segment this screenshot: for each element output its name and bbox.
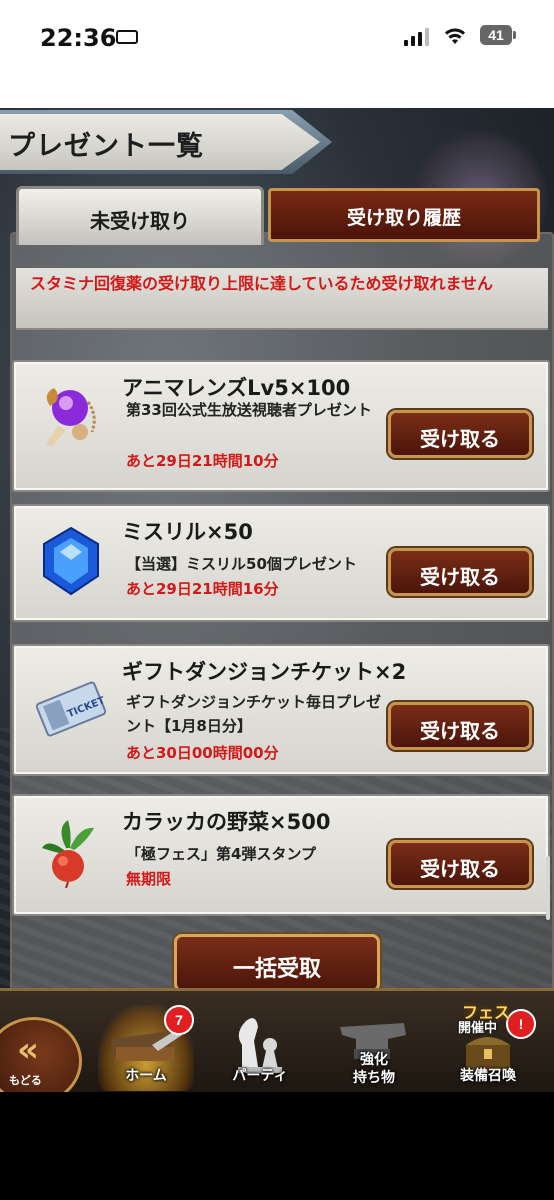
tab-received-history-label: 受け取り履歴 bbox=[346, 207, 461, 229]
back-button-label: もどる bbox=[9, 1074, 42, 1087]
bulk-receive-button-label: 一括受取 bbox=[232, 957, 321, 982]
item-expiry: あと29日21時間16分 bbox=[126, 580, 279, 598]
item-name: ギフトダンジョンチケット×2 bbox=[122, 660, 407, 684]
double-chevron-left-icon: « bbox=[17, 1030, 39, 1070]
present-item: TICKET ギフトダンジョンチケット×2 ギフトダンジョンチケット毎日プレゼン… bbox=[12, 644, 550, 776]
receive-button-label: 受け取る bbox=[420, 719, 500, 743]
vegetable-icon bbox=[42, 820, 94, 888]
item-description: 「極フェス」第4弾スタンプ bbox=[126, 845, 316, 863]
item-description: 【当選】ミスリル50個プレゼント bbox=[126, 555, 357, 573]
page-title: プレゼント一覧 bbox=[8, 131, 204, 162]
bottom-letterbox bbox=[0, 1092, 554, 1200]
nav-party[interactable]: パーティ bbox=[212, 1005, 308, 1091]
bottom-navigation: « もどる ホーム 7 パーティ 強化 持ち物 装備召喚 ! フェス 開催中 bbox=[0, 988, 554, 1092]
item-name: ミスリル×50 bbox=[122, 520, 253, 544]
back-button[interactable]: « もどる bbox=[0, 1017, 82, 1092]
receive-button[interactable]: 受け取る bbox=[388, 840, 532, 888]
nav-party-label: パーティ bbox=[232, 1068, 288, 1084]
nav-summon-label: 装備召喚 bbox=[460, 1068, 516, 1084]
warning-notice: スタミナ回復薬の受け取り上限に達しているため受け取れません bbox=[16, 268, 548, 330]
status-bar: 22:36 41 bbox=[0, 0, 554, 108]
warning-notice-text: スタミナ回復薬の受け取り上限に達しているため受け取れません bbox=[30, 274, 494, 293]
item-expiry: あと30日00時間00分 bbox=[126, 744, 279, 762]
nav-enhance-label: 強化 持ち物 bbox=[326, 1051, 422, 1087]
alert-badge: ! bbox=[506, 1009, 536, 1039]
item-expiry: 無期限 bbox=[126, 870, 172, 888]
item-description: 第33回公式生放送視聴者プレゼント bbox=[126, 401, 372, 419]
scrollbar[interactable] bbox=[546, 856, 550, 920]
fes-banner-subtext: 開催中 bbox=[458, 1021, 498, 1036]
battery-icon: 41 bbox=[480, 25, 516, 45]
receive-button[interactable]: 受け取る bbox=[388, 410, 532, 458]
notification-badge: 7 bbox=[164, 1005, 194, 1035]
present-item: アニマレンズLv5×100 第33回公式生放送視聴者プレゼント あと29日21時… bbox=[12, 360, 550, 492]
nav-home[interactable]: ホーム 7 bbox=[98, 1005, 194, 1091]
nav-enhance-items[interactable]: 強化 持ち物 bbox=[326, 1005, 422, 1091]
nav-home-label: ホーム bbox=[125, 1068, 167, 1084]
tab-received-history[interactable]: 受け取り履歴 bbox=[268, 188, 540, 242]
present-item: ミスリル×50 【当選】ミスリル50個プレゼント あと29日21時間16分 受け… bbox=[12, 504, 550, 622]
item-name: カラッカの野菜×500 bbox=[122, 810, 331, 834]
present-item: カラッカの野菜×500 「極フェス」第4弾スタンプ 無期限 受け取る bbox=[12, 794, 550, 916]
nav-enhance-label-line1: 強化 bbox=[360, 1052, 388, 1068]
tab-unreceived[interactable]: 未受け取り bbox=[16, 186, 264, 245]
mythril-icon bbox=[43, 526, 99, 596]
item-expiry: あと29日21時間10分 bbox=[126, 452, 279, 470]
status-time: 22:36 bbox=[40, 24, 117, 52]
ticket-icon: TICKET bbox=[36, 681, 106, 737]
receive-button-label: 受け取る bbox=[420, 857, 500, 881]
sleep-mode-icon bbox=[116, 30, 138, 44]
nav-enhance-label-line2: 持ち物 bbox=[353, 1070, 395, 1086]
item-description: ギフトダンジョンチケット毎日プレゼント【1月8日分】 bbox=[126, 693, 382, 735]
tab-unreceived-label: 未受け取り bbox=[90, 209, 190, 233]
bulk-receive-button[interactable]: 一括受取 bbox=[174, 934, 380, 992]
anima-lens-icon bbox=[46, 388, 96, 446]
receive-button[interactable]: 受け取る bbox=[388, 548, 532, 596]
receive-button-label: 受け取る bbox=[420, 565, 500, 589]
receive-button[interactable]: 受け取る bbox=[388, 702, 532, 750]
wifi-icon bbox=[445, 28, 465, 44]
game-screen: プレゼント一覧 未受け取り 受け取り履歴 スタミナ回復薬の受け取り上限に達してい… bbox=[0, 108, 554, 1092]
cellular-signal-icon bbox=[404, 26, 429, 46]
receive-button-label: 受け取る bbox=[420, 427, 500, 451]
